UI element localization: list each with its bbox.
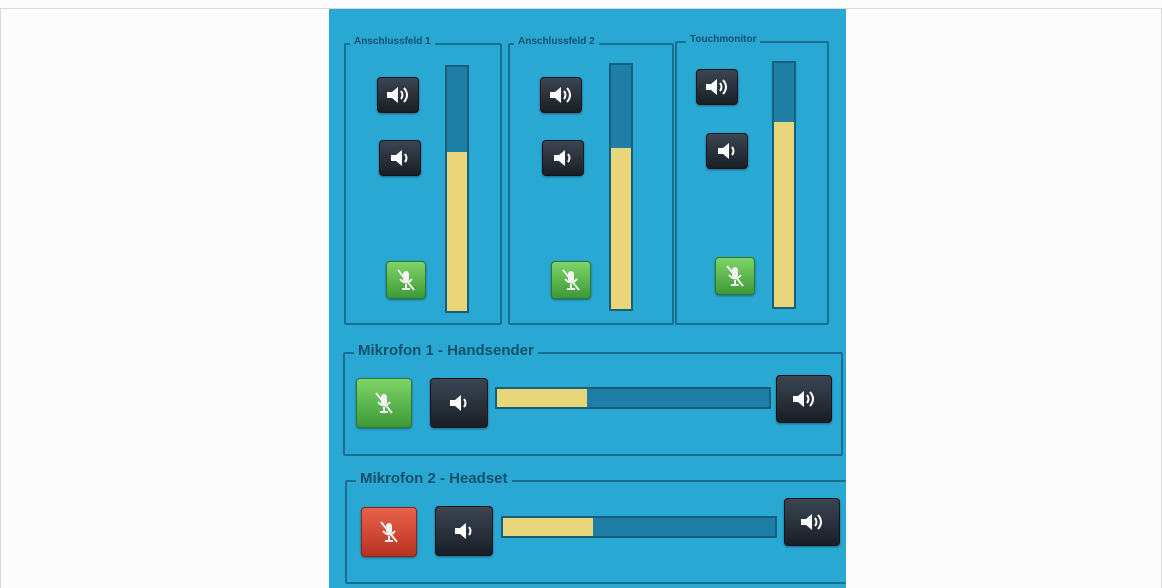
channel-2-level-meter [609, 63, 633, 311]
channel-2-level-fill [611, 147, 631, 309]
speaker-loud-icon [550, 87, 571, 103]
channel-3-volume-down-button[interactable] [706, 133, 748, 169]
microphone-1-level-meter [495, 387, 771, 409]
channel-1-mic-mute-button[interactable] [386, 261, 426, 299]
speaker-quiet-icon [718, 143, 735, 159]
channel-2-volume-down-button[interactable] [542, 140, 584, 176]
channel-group-2 [508, 43, 674, 325]
channel-2-mic-mute-button[interactable] [551, 261, 591, 299]
channel-3-volume-up-button[interactable] [696, 69, 738, 105]
speaker-quiet-icon [455, 523, 472, 539]
channel-3-mic-mute-button[interactable] [715, 257, 755, 295]
speaker-quiet-icon [554, 150, 571, 166]
microphone-1-mute-button[interactable] [356, 378, 412, 428]
channel-1-level-meter [445, 65, 469, 313]
channel-3-level-fill [774, 121, 794, 307]
microphone-muted-icon [562, 269, 580, 291]
microphone-1-volume-up-button[interactable] [776, 375, 832, 423]
speaker-quiet-icon [450, 395, 467, 411]
channel-1-level-fill [447, 152, 467, 311]
microphone-1-title: Mikrofon 1 - Handsender [354, 342, 538, 359]
microphone-muted-icon [726, 265, 744, 287]
speaker-quiet-icon [391, 150, 408, 166]
microphone-2-level-meter [501, 516, 777, 538]
microphone-2-title: Mikrofon 2 - Headset [356, 470, 512, 487]
microphone-muted-icon [397, 269, 415, 291]
speaker-loud-icon [387, 87, 408, 103]
audio-control-panel: Anschlussfeld 1 Anschlussfeld 2 Touchmon… [329, 9, 846, 588]
microphone-2-volume-up-button[interactable] [784, 498, 840, 546]
channel-2-volume-up-button[interactable] [540, 77, 582, 113]
speaker-loud-icon [793, 391, 814, 407]
channel-3-title: Touchmonitor [686, 34, 761, 45]
channel-1-title: Anschlussfeld 1 [350, 36, 435, 47]
speaker-loud-icon [706, 79, 727, 95]
microphone-muted-icon [375, 392, 393, 414]
channel-1-volume-up-button[interactable] [377, 77, 419, 113]
window-frame-left [0, 8, 1, 588]
channel-3-level-meter [772, 61, 796, 309]
microphone-2-level-fill [503, 518, 593, 536]
microphone-1-level-fill [497, 389, 587, 407]
channel-1-volume-down-button[interactable] [379, 140, 421, 176]
speaker-loud-icon [801, 514, 822, 530]
microphone-muted-icon [380, 521, 398, 543]
microphone-2-mute-button[interactable] [361, 507, 417, 557]
microphone-2-volume-down-button[interactable] [435, 506, 493, 556]
channel-2-title: Anschlussfeld 2 [514, 36, 599, 47]
microphone-1-volume-down-button[interactable] [430, 378, 488, 428]
